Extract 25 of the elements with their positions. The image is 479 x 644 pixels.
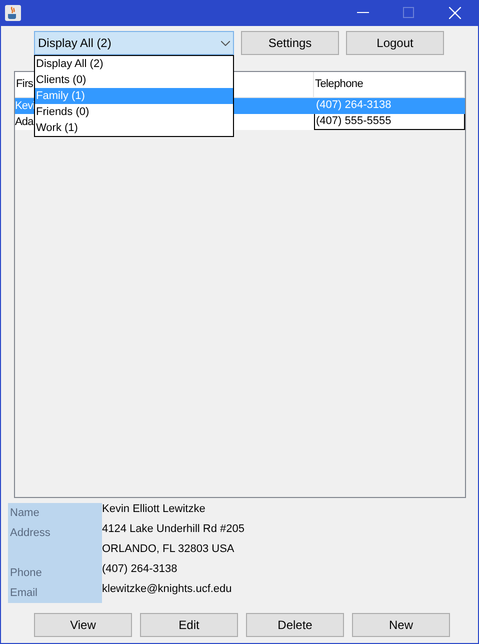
- minimize-icon: [357, 12, 369, 14]
- field-label: Address: [10, 527, 50, 539]
- close-icon: [449, 7, 461, 19]
- field-value: 4124 Lake Underhill Rd #205: [102, 523, 244, 535]
- chevron-down-icon: [221, 40, 230, 46]
- filter-dropdown[interactable]: Display All (2): [34, 31, 234, 55]
- action-button[interactable]: View: [34, 613, 132, 637]
- field-value: Kevin Elliott Lewitzke: [102, 503, 206, 515]
- action-button[interactable]: Delete: [246, 613, 344, 637]
- toolbar-button[interactable]: Settings: [241, 31, 339, 55]
- toolbar-button[interactable]: Logout: [346, 31, 444, 55]
- field-label: Name: [10, 507, 40, 519]
- table-cell: Ada: [15, 116, 34, 128]
- maximize-icon: [403, 7, 415, 19]
- action-button[interactable]: Edit: [140, 613, 238, 637]
- coffee-cup-icon: [5, 5, 21, 21]
- field-label: Email: [10, 587, 38, 599]
- table-cell: (407) 555-5555: [314, 114, 465, 130]
- field-value: klewitzke@knights.ucf.edu: [102, 583, 232, 595]
- field-value: ORLANDO, FL 32803 USA: [102, 543, 234, 555]
- column-header[interactable]: Firs: [16, 78, 34, 90]
- action-button[interactable]: New: [352, 613, 450, 637]
- field-label: Phone: [10, 567, 42, 579]
- column-header[interactable]: Telephone: [315, 78, 364, 90]
- field-value: (407) 264-3138: [102, 563, 178, 575]
